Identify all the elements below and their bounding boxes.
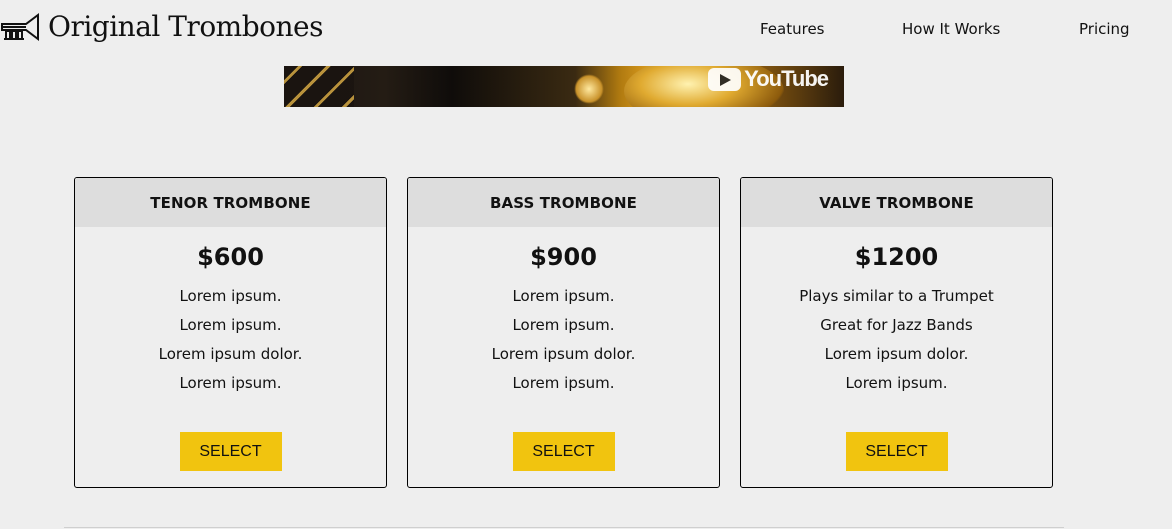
video-embed[interactable]: YouTube <box>284 66 844 107</box>
feature-list: Lorem ipsum. Lorem ipsum. Lorem ipsum do… <box>75 285 386 401</box>
youtube-play-icon <box>708 67 742 91</box>
select-button[interactable]: SELECT <box>179 432 282 471</box>
feature-item: Lorem ipsum. <box>512 316 615 334</box>
feature-item: Plays similar to a Trumpet <box>799 287 994 305</box>
product-name: VALVE TROMBONE <box>741 178 1052 227</box>
feature-item: Lorem ipsum dolor. <box>824 345 969 363</box>
feature-item: Lorem ipsum. <box>179 287 282 305</box>
feature-item: Lorem ipsum dolor. <box>158 345 303 363</box>
product-price: $600 <box>197 243 264 271</box>
nav-pricing[interactable]: Pricing <box>1079 19 1130 39</box>
video-thumbnail-detail <box>574 74 604 104</box>
product-price: $900 <box>530 243 597 271</box>
product-card-tenor: TENOR TROMBONE $600 Lorem ipsum. Lorem i… <box>74 177 387 488</box>
feature-item: Lorem ipsum. <box>512 374 615 392</box>
page: Original Trombones Features How It Works… <box>0 0 1172 529</box>
product-price: $1200 <box>854 243 939 271</box>
feature-item: Lorem ipsum. <box>179 316 282 334</box>
product-name: BASS TROMBONE <box>408 178 719 227</box>
feature-item: Lorem ipsum. <box>179 374 282 392</box>
feature-list: Lorem ipsum. Lorem ipsum. Lorem ipsum do… <box>408 285 719 401</box>
select-button[interactable]: SELECT <box>512 432 615 471</box>
brand-name: Original Trombones <box>48 10 323 43</box>
feature-item: Lorem ipsum dolor. <box>491 345 636 363</box>
youtube-label: YouTube <box>744 66 829 91</box>
product-card-bass: BASS TROMBONE $900 Lorem ipsum. Lorem ip… <box>407 177 720 488</box>
nav-features[interactable]: Features <box>760 19 825 39</box>
feature-item: Lorem ipsum. <box>512 287 615 305</box>
feature-item: Great for Jazz Bands <box>820 316 973 334</box>
select-button[interactable]: SELECT <box>845 432 948 471</box>
header: Original Trombones Features How It Works… <box>0 0 1172 60</box>
feature-item: Lorem ipsum. <box>845 374 948 392</box>
nav-how-it-works[interactable]: How It Works <box>902 19 1000 39</box>
trumpet-icon <box>1 13 39 41</box>
feature-list: Plays similar to a Trumpet Great for Jaz… <box>741 285 1052 401</box>
divider <box>64 527 1064 528</box>
youtube-watermark[interactable]: YouTube <box>708 66 829 92</box>
product-card-valve: VALVE TROMBONE $1200 Plays similar to a … <box>740 177 1053 488</box>
logo[interactable]: Original Trombones <box>0 11 323 43</box>
video-thumbnail-detail <box>284 66 354 107</box>
product-name: TENOR TROMBONE <box>75 178 386 227</box>
